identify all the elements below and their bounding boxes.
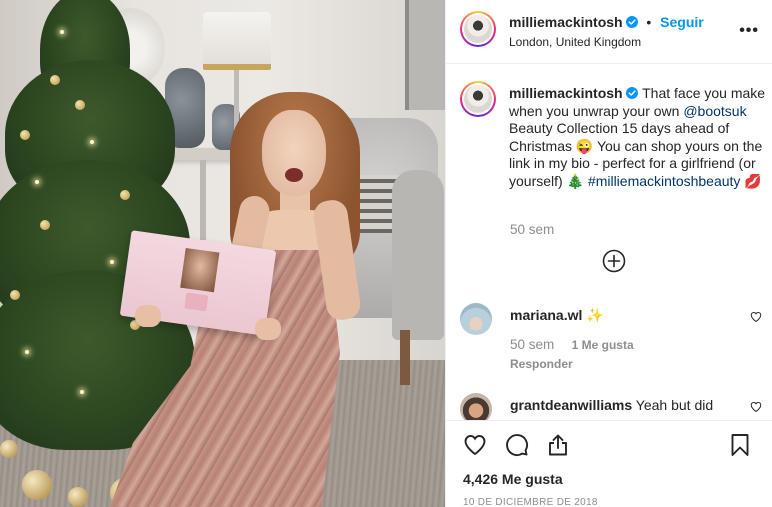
verified-badge-icon <box>626 87 639 99</box>
avatar-photo <box>464 15 492 43</box>
author-avatar[interactable] <box>460 11 496 47</box>
comment-text: mariana.wl ✨ <box>510 307 604 324</box>
load-more-comments-icon[interactable] <box>602 249 626 273</box>
comment-like-heart-icon[interactable] <box>750 401 762 413</box>
armchair-leg <box>400 330 410 385</box>
avatar-photo <box>464 85 492 113</box>
comment-bubble-icon[interactable] <box>505 433 529 457</box>
caption-emoji: 💋 <box>740 172 762 189</box>
box-portrait <box>180 247 220 293</box>
comment-likes[interactable]: 1 Me gusta <box>572 338 634 352</box>
comment-body: Yeah but did <box>635 397 714 413</box>
hand-right <box>255 318 281 340</box>
post-date: 10 DE DICIEMBRE DE 2018 <box>463 497 598 507</box>
commenter-avatar[interactable] <box>460 303 492 335</box>
comment-text: grantdeanwilliams Yeah but did <box>510 397 713 413</box>
box-logo <box>184 292 209 312</box>
like-heart-icon[interactable] <box>463 433 487 457</box>
more-options-icon[interactable]: ••• <box>739 22 759 40</box>
bookmark-icon[interactable] <box>728 433 752 457</box>
follow-button[interactable]: Seguir <box>660 14 704 30</box>
caption-text: milliemackintosh That face you make when… <box>509 85 767 190</box>
location-link[interactable]: London, United Kingdom <box>509 35 641 49</box>
woman-mouth <box>285 168 303 182</box>
lamp-shade <box>203 12 271 70</box>
woman-face <box>262 110 326 196</box>
comment-timestamp[interactable]: 50 sem <box>510 337 554 352</box>
share-icon[interactable] <box>546 433 570 457</box>
table-leg <box>200 160 206 240</box>
floor-bauble <box>0 440 18 458</box>
hand-left <box>135 305 161 327</box>
post-photo[interactable] <box>0 0 445 507</box>
mirror <box>405 0 445 110</box>
comment-meta: 50 sem 1 Me gusta <box>510 337 634 352</box>
separator-dot: • <box>646 14 652 30</box>
caption-timestamp[interactable]: 50 sem <box>510 222 554 237</box>
header-user-line: milliemackintosh • Seguir <box>509 14 704 30</box>
author-username[interactable]: milliemackintosh <box>509 14 623 30</box>
armchair-arm <box>392 170 444 340</box>
reply-button[interactable]: Responder <box>510 357 573 371</box>
commenter-username[interactable]: mariana.wl <box>510 307 582 323</box>
post-header: milliemackintosh • Seguir London, United… <box>446 0 772 64</box>
comments-section[interactable]: milliemackintosh That face you make when… <box>446 65 772 420</box>
verified-badge-icon <box>626 16 639 28</box>
floor-bauble <box>68 487 88 507</box>
hashtag-link[interactable]: #milliemackintoshbeauty <box>588 173 741 189</box>
commenter-avatar[interactable] <box>460 393 492 420</box>
mention-link[interactable]: @bootsuk <box>683 103 746 119</box>
post-actions: 4,426 Me gusta 10 DE DICIEMBRE DE 2018 <box>446 420 772 507</box>
comment-body: ✨ <box>586 307 604 323</box>
floor-bauble <box>22 470 52 500</box>
caption-username[interactable]: milliemackintosh <box>509 85 623 101</box>
commenter-username[interactable]: grantdeanwilliams <box>510 397 632 413</box>
comment-like-heart-icon[interactable] <box>750 311 762 323</box>
caption-avatar[interactable] <box>460 81 496 117</box>
christmas-tree <box>0 0 195 460</box>
post-sidebar: milliemackintosh • Seguir London, United… <box>445 0 772 507</box>
likes-count[interactable]: 4,426 Me gusta <box>463 471 563 487</box>
